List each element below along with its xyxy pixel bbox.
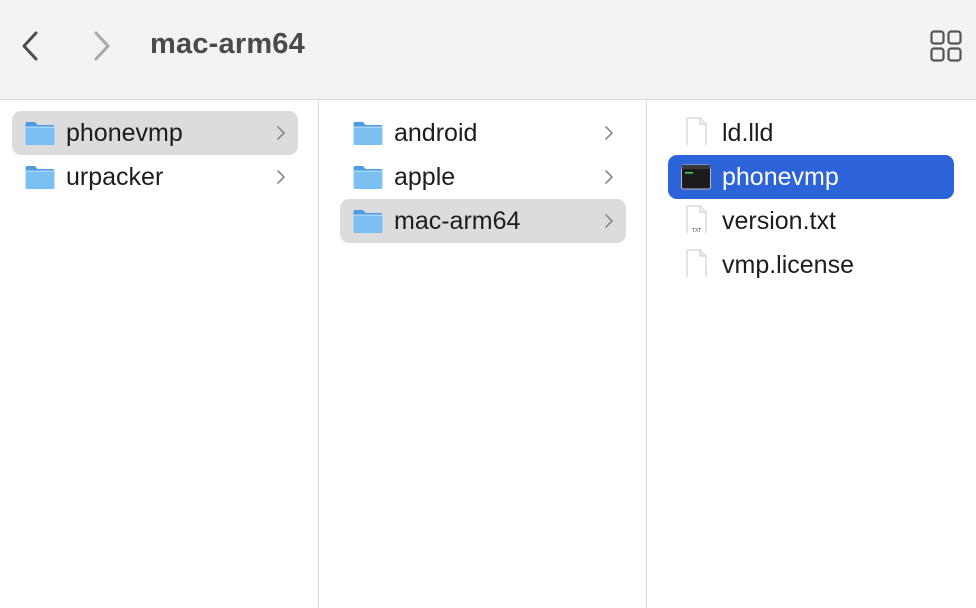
grid-view-icon bbox=[930, 30, 962, 62]
window-title: mac-arm64 bbox=[150, 28, 305, 60]
item-label: mac-arm64 bbox=[394, 207, 521, 235]
file-item[interactable]: vmp.license bbox=[668, 243, 954, 287]
folder-item[interactable]: urpacker bbox=[12, 155, 298, 199]
item-label: android bbox=[394, 119, 478, 147]
svg-text:TXT: TXT bbox=[691, 228, 702, 233]
folder-item[interactable]: mac-arm64 bbox=[340, 199, 626, 243]
column-1[interactable]: phonevmp urpacker bbox=[0, 101, 319, 608]
folder-item[interactable]: android bbox=[340, 111, 626, 155]
document-icon bbox=[686, 117, 707, 145]
chevron-right-icon bbox=[605, 126, 613, 140]
file-item[interactable]: ld.lld bbox=[668, 111, 954, 155]
folder-icon bbox=[353, 166, 383, 189]
chevron-right-icon bbox=[94, 31, 110, 61]
chevron-right-icon bbox=[277, 126, 285, 140]
view-toggle-button[interactable] bbox=[930, 30, 962, 62]
item-label: phonevmp bbox=[66, 119, 183, 147]
folder-item[interactable]: apple bbox=[340, 155, 626, 199]
column-3[interactable]: ld.lld phonevmp TXT version.txt vmp.license bbox=[647, 101, 976, 608]
item-label: version.txt bbox=[722, 207, 836, 235]
folder-icon bbox=[353, 122, 383, 145]
item-label: apple bbox=[394, 163, 456, 191]
folder-icon bbox=[25, 166, 55, 189]
item-label: vmp.license bbox=[722, 251, 854, 279]
forward-button[interactable] bbox=[82, 26, 122, 66]
back-button[interactable] bbox=[10, 26, 50, 66]
toolbar: mac-arm64 bbox=[0, 0, 976, 100]
item-label: phonevmp bbox=[722, 163, 839, 191]
chevron-right-icon bbox=[605, 214, 613, 228]
item-label: urpacker bbox=[66, 163, 164, 191]
text-document-icon: TXT bbox=[686, 205, 707, 233]
file-item[interactable]: TXT version.txt bbox=[668, 199, 954, 243]
terminal-executable-icon bbox=[681, 164, 711, 190]
folder-icon bbox=[353, 210, 383, 233]
column-browser: phonevmp urpacker android apple mac-arm64 l… bbox=[0, 101, 976, 608]
item-label: ld.lld bbox=[722, 119, 774, 147]
finder-window: mac-arm64 phonevmp urpacker android apple m… bbox=[0, 0, 976, 608]
chevron-right-icon bbox=[605, 170, 613, 184]
document-icon bbox=[686, 249, 707, 277]
column-2[interactable]: android apple mac-arm64 bbox=[319, 101, 647, 608]
file-item[interactable]: phonevmp bbox=[668, 155, 954, 199]
chevron-left-icon bbox=[22, 31, 38, 61]
folder-item[interactable]: phonevmp bbox=[12, 111, 298, 155]
folder-icon bbox=[25, 122, 55, 145]
chevron-right-icon bbox=[277, 170, 285, 184]
